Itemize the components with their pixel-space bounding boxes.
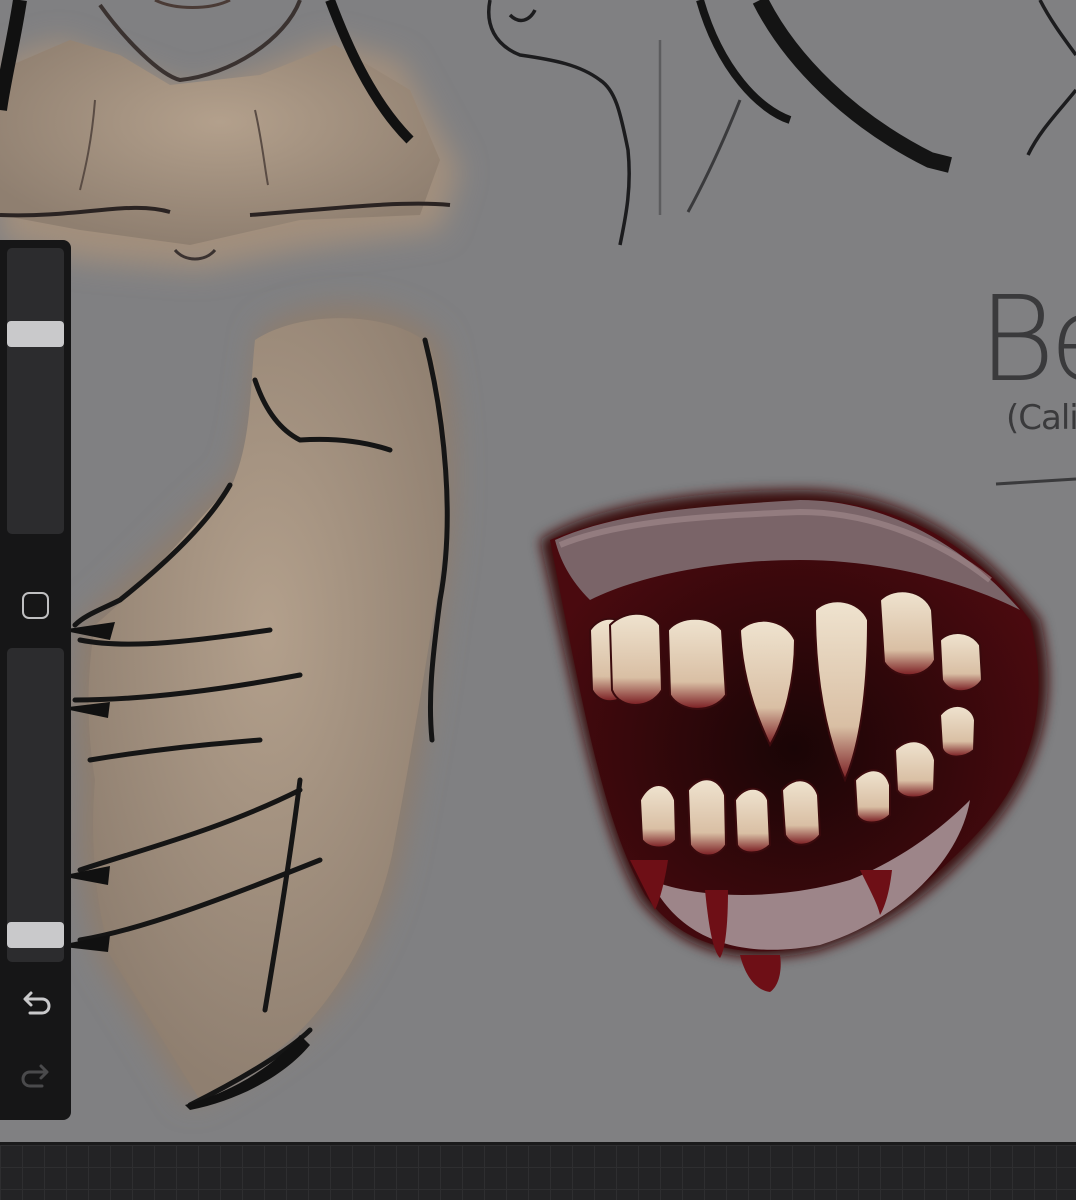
drawing-canvas[interactable]: Be (Cali <box>0 0 1076 1142</box>
brush-opacity-thumb[interactable] <box>7 922 64 948</box>
brush-opacity-slider[interactable] <box>7 648 64 962</box>
bottom-toolbar-strip <box>0 1142 1076 1200</box>
redo-arrow-icon <box>21 1064 49 1088</box>
brush-sidebar <box>0 240 71 1120</box>
note-underline <box>995 477 1076 486</box>
brush-size-thumb[interactable] <box>7 321 64 347</box>
redo-button[interactable] <box>16 1058 56 1094</box>
square-outline-icon <box>21 591 49 619</box>
undo-arrow-icon <box>23 991 51 1015</box>
undo-button[interactable] <box>16 985 56 1021</box>
modify-button[interactable] <box>18 588 52 622</box>
brush-size-slider[interactable] <box>7 248 64 534</box>
